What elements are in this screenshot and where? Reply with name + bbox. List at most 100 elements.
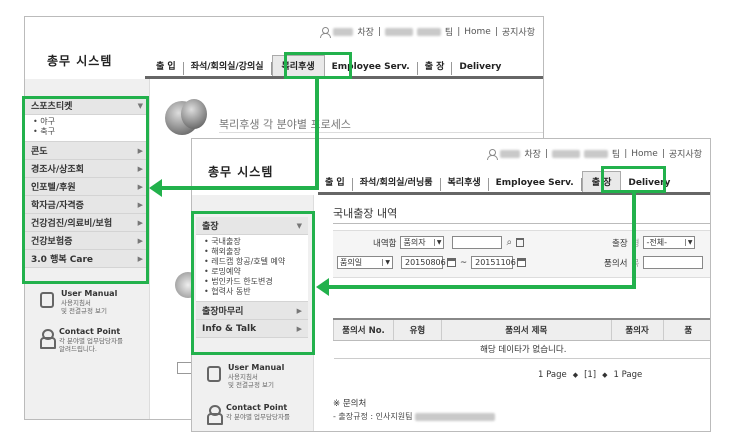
column-header[interactable]: 품의자: [610, 318, 664, 341]
team-blurred: [416, 27, 441, 36]
nav-tab-4[interactable]: Employee Serv.: [325, 62, 418, 75]
user-manual-link[interactable]: User Manual 사용지침서 및 전결규정 보기: [207, 363, 284, 389]
submenu-item[interactable]: • 협력사 동반: [204, 287, 300, 297]
user-manual-link[interactable]: User Manual 사용지침서 및 전결규정 보기: [40, 289, 117, 315]
doc-title-input[interactable]: [643, 256, 704, 269]
sidebar-item-5[interactable]: 학자금/자격증 ▶: [25, 196, 149, 214]
contact-point-title: Contact Point: [59, 327, 121, 336]
nav-tab-6[interactable]: Delivery: [621, 178, 677, 191]
sidebar-item-label: 콘도: [31, 147, 48, 157]
submenu-item[interactable]: • 축구: [33, 127, 141, 137]
submenu-item[interactable]: • 야구: [33, 117, 141, 127]
sidebar-item-3[interactable]: Info & Talk ▶: [196, 320, 308, 338]
main-nav: 출 입 좌석/회의실/러닝룸 복리후생 Employee Serv. 출 장 Delive…: [318, 171, 677, 193]
empty-message: 해당 데이타가 없습니다.: [333, 340, 710, 359]
date-to-input[interactable]: 20151106: [471, 256, 516, 269]
doc-title-row: 품의서 목: [604, 256, 704, 269]
table-row: 해당 데이타가 없습니다.: [333, 340, 710, 359]
calendar-icon[interactable]: [517, 258, 527, 267]
nav-tab-1[interactable]: 출 입: [149, 62, 184, 75]
nav-underline: [145, 76, 543, 79]
chevron-right-icon: ▶: [137, 164, 143, 173]
contact-point-title: Contact Point: [226, 403, 288, 412]
home-link[interactable]: Home: [631, 149, 658, 159]
arrow-2-head: [316, 278, 329, 296]
chevron-right-icon: ▶: [137, 236, 143, 245]
pagination: 1 Page ◆ [1] ◆ 1 Page: [538, 370, 642, 380]
nav-tab-3[interactable]: 복리후생: [271, 55, 325, 77]
sidebar-item-1[interactable]: 스포츠티켓 ▼: [25, 97, 149, 115]
sidebar-item-label: 스포츠티켓: [31, 102, 73, 112]
sidebar-item-3[interactable]: 경조사/상조회 ▶: [25, 160, 149, 178]
nav-tab-2[interactable]: 좌석/회의실/강의실: [184, 62, 272, 75]
sidebar-item-1[interactable]: 출장 ▼: [196, 217, 308, 235]
dept-suffix: 팀: [611, 150, 621, 160]
trip-type-row: 출장 형 -전체-▼: [612, 236, 696, 249]
sidebar-item-6[interactable]: 건강검진/의료비/보험 ▶: [25, 214, 149, 232]
next-arrow-icon[interactable]: ◆: [602, 371, 607, 379]
trash-icon[interactable]: [516, 238, 525, 247]
dept-suffix: 팀: [444, 28, 454, 38]
nav-tab-3[interactable]: 복리후생: [441, 178, 489, 191]
calendar-icon[interactable]: [447, 258, 456, 267]
column-header[interactable]: 품의서 No.: [333, 318, 394, 341]
system-logo[interactable]: 총무 시스템: [208, 163, 273, 180]
contact-heading: ※ 문의처: [333, 399, 367, 409]
submenu-item[interactable]: • 로밍예약: [204, 267, 300, 277]
user-name-blurred: [333, 27, 354, 36]
arrow-1-vertical: [315, 78, 319, 189]
nav-tab-5[interactable]: 출 장: [418, 62, 453, 75]
home-link[interactable]: Home: [464, 27, 491, 37]
sidebar-item-2[interactable]: 출장마무리 ▶: [196, 302, 308, 320]
search-icon[interactable]: ⌕: [506, 237, 512, 248]
date-from-input[interactable]: 20150806: [401, 256, 446, 269]
nav-tab-1[interactable]: 출 입: [318, 178, 353, 191]
date-type-select[interactable]: 품의일 ▼: [337, 256, 393, 269]
trip-type-select[interactable]: -전체- ▼: [643, 236, 696, 249]
nav-tab-5[interactable]: 출 장: [581, 171, 622, 193]
person-icon: [487, 148, 499, 160]
notice-link[interactable]: 공지사항: [502, 25, 535, 38]
submenu-item[interactable]: • 국내출장: [204, 237, 300, 247]
list-select[interactable]: 품의자 ▼: [400, 236, 445, 249]
chevron-right-icon: ▶: [137, 254, 143, 263]
submenu-item[interactable]: • 해외출장: [204, 247, 300, 257]
contact-blurred: [415, 412, 496, 421]
nav-tab-4[interactable]: Employee Serv.: [489, 178, 582, 191]
column-header[interactable]: 품의서 제목: [440, 318, 612, 341]
column-header[interactable]: 유형: [392, 318, 442, 341]
submenu-item[interactable]: • 법인카드 한도변경: [204, 277, 300, 287]
first-page-link[interactable]: 1 Page: [538, 370, 567, 380]
sidebar-item-4[interactable]: 인포텔/후원 ▶: [25, 178, 149, 196]
contact-person-icon: [40, 329, 56, 349]
last-page-link[interactable]: 1 Page: [614, 370, 643, 380]
sidebar-item-8[interactable]: 3.0 행복 Care ▶: [25, 250, 149, 268]
submenu-item[interactable]: • 레드캡 항공/호텔 예약: [204, 257, 300, 267]
contact-point-link[interactable]: Contact Point 각 분야별 업무담당자를: [207, 403, 290, 425]
nav-tab-6[interactable]: Delivery: [452, 62, 508, 75]
contact-point-link[interactable]: Contact Point 각 분야별 업무담당자를 알려드립니다.: [40, 327, 123, 353]
sidebar-submenu: • 국내출장 • 해외출장 • 레드캡 항공/호텔 예약 • 로밍예약 • 법인카드 한…: [196, 235, 308, 302]
system-logo[interactable]: 총무 시스템: [47, 52, 112, 69]
sidebar-item-label: 출장: [202, 222, 219, 232]
sidebar-item-label: 출장마무리: [202, 307, 244, 317]
nav-tab-2[interactable]: 좌석/회의실/러닝룸: [353, 178, 441, 191]
column-header[interactable]: 품: [662, 318, 710, 341]
sidebar-item-2[interactable]: 콘도 ▶: [25, 142, 149, 160]
sidebar-item-7[interactable]: 건강보험증 ▶: [25, 232, 149, 250]
dept-blurred: [551, 149, 580, 158]
nav-underline: [318, 192, 710, 195]
team-blurred: [583, 149, 608, 158]
contact-point-desc: 각 분야별 업무담당자를 알려드립니다.: [59, 337, 123, 353]
person-icon: [320, 26, 332, 38]
top-utility-bar: 차장 | 팀 | Home | 공지사항: [320, 25, 535, 38]
arrow-2-horizontal: [328, 285, 636, 289]
list-label: 내역함: [373, 238, 397, 249]
arrow-1-head: [149, 179, 162, 197]
user-role: 차장: [524, 150, 541, 160]
contact-text: - 출장규정 : 인사지원팀: [333, 412, 413, 421]
notice-link[interactable]: 공지사항: [669, 147, 702, 160]
prev-arrow-icon[interactable]: ◆: [573, 371, 578, 379]
search-input[interactable]: [452, 236, 503, 249]
chevron-right-icon: ▶: [137, 200, 143, 209]
